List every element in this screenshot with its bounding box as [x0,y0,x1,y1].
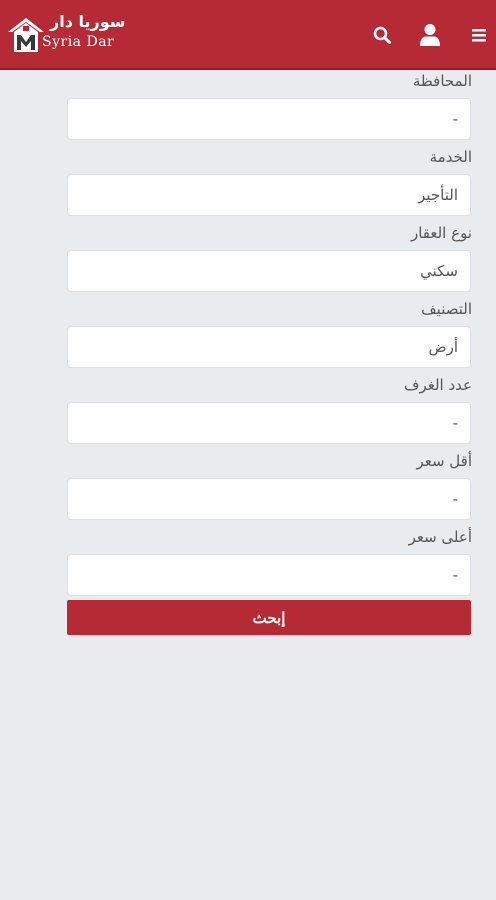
service-value: التأجير [418,186,458,204]
min-price-select[interactable]: - [67,478,471,520]
app-header: سوريا دار Syria Dar [0,0,496,70]
brand-name-english: Syria Dar [42,34,115,50]
house-logo-icon [8,18,44,52]
rooms-value: - [452,414,458,432]
rooms-label: عدد الغرف [403,376,472,394]
governorate-select[interactable]: - [67,98,471,140]
max-price-label: أعلى سعر [408,528,472,546]
user-icon [420,24,440,46]
min-price-label: أقل سعر [416,452,472,470]
menu-button[interactable] [466,20,492,50]
min-price-value: - [452,490,458,508]
max-price-value: - [452,566,458,584]
user-button[interactable] [417,20,443,50]
service-select[interactable]: التأجير [67,174,471,216]
brand-name-arabic: سوريا دار [50,12,126,31]
search-icon [373,26,391,44]
brand-logo[interactable]: سوريا دار Syria Dar [6,10,126,56]
menu-icon [472,29,486,42]
max-price-select[interactable]: - [67,554,471,596]
search-button[interactable] [369,20,395,50]
governorate-value: - [452,110,458,128]
search-submit-button[interactable]: إبحث [67,600,471,635]
category-select[interactable]: أرض [67,326,471,368]
property-type-select[interactable]: سكني [67,250,471,292]
property-type-label: نوع العقار [410,224,472,242]
rooms-select[interactable]: - [67,402,471,444]
service-label: الخدمة [429,148,472,166]
governorate-label: المحافظة [412,72,472,90]
property-type-value: سكني [420,262,458,280]
category-value: أرض [428,338,458,356]
category-label: التصنيف [421,300,472,318]
